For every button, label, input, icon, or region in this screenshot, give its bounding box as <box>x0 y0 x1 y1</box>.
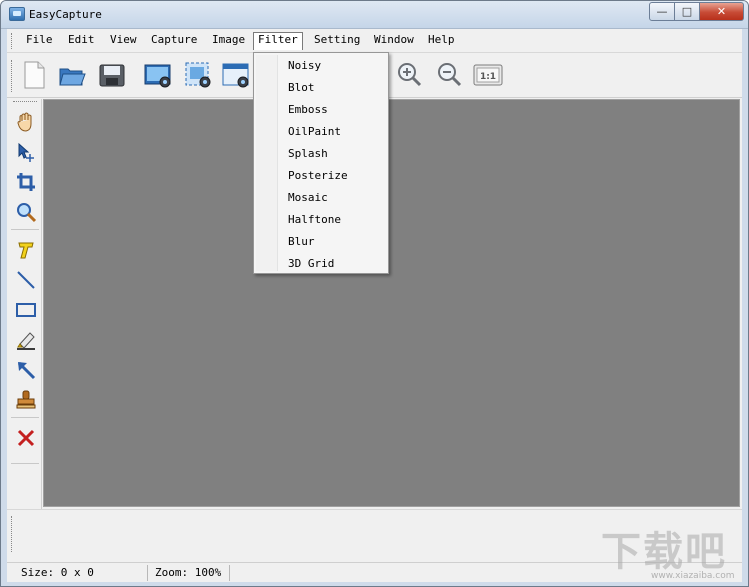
crop-tool[interactable] <box>15 171 37 193</box>
actual-size-label: 1:1 <box>480 72 496 82</box>
filter-item-emboss[interactable]: Emboss <box>280 99 386 121</box>
minimize-button[interactable]: — <box>649 2 675 21</box>
zoom-tool[interactable] <box>15 201 37 223</box>
menu-capture[interactable]: Capture <box>146 32 202 50</box>
palette-grip[interactable] <box>13 101 37 104</box>
rectangle-tool-icon <box>16 303 36 317</box>
status-size: Size: 0 x 0 <box>21 566 94 579</box>
open-button[interactable] <box>57 60 87 90</box>
maximize-button[interactable]: □ <box>675 2 700 21</box>
filter-item-halftone[interactable]: Halftone <box>280 209 386 231</box>
zoom-out-button[interactable] <box>435 60 465 90</box>
menu-bar: File Edit View Capture Image Filter Sett… <box>7 29 742 53</box>
delete-tool[interactable] <box>15 427 37 449</box>
filter-item-3d-grid[interactable]: 3D Grid <box>280 253 386 275</box>
title-bar[interactable]: EasyCapture — □ ✕ <box>1 1 748 29</box>
stamp-icon <box>16 390 36 409</box>
save-button[interactable] <box>97 60 127 90</box>
filter-item-oilpaint[interactable]: OilPaint <box>280 121 386 143</box>
bottom-panel-grip[interactable] <box>11 516 14 552</box>
capture-window-icon <box>222 63 249 88</box>
status-zoom: Zoom: 100% <box>155 566 222 579</box>
capture-screen-button[interactable] <box>143 60 173 90</box>
filter-item-splash[interactable]: Splash <box>280 143 386 165</box>
capture-screen-icon <box>144 64 171 88</box>
menu-help[interactable]: Help <box>423 32 460 50</box>
maximize-icon: □ <box>681 5 693 18</box>
open-folder-icon <box>59 68 86 86</box>
line-tool[interactable] <box>15 269 37 291</box>
move-select-tool[interactable] <box>15 141 37 163</box>
close-icon: ✕ <box>716 5 727 18</box>
text-tool-icon <box>18 242 34 259</box>
palette-separator <box>11 463 39 464</box>
status-divider <box>229 565 230 581</box>
arrow-tool[interactable] <box>15 359 37 381</box>
filter-item-mosaic[interactable]: Mosaic <box>280 187 386 209</box>
watermark: 下载吧 www.xiazaiba.com <box>601 519 743 583</box>
menu-filter[interactable]: Filter <box>253 32 303 50</box>
status-divider <box>147 565 148 581</box>
rectangle-tool[interactable] <box>15 299 37 321</box>
filter-item-posterize[interactable]: Posterize <box>280 165 386 187</box>
capture-window-button[interactable] <box>221 60 251 90</box>
menu-window[interactable]: Window <box>369 32 419 50</box>
filter-item-blur[interactable]: Blur <box>280 231 386 253</box>
text-tool[interactable] <box>15 239 37 261</box>
save-icon <box>99 64 125 87</box>
line-tool-icon <box>17 271 35 289</box>
window-title: EasyCapture <box>29 8 102 21</box>
menu-edit[interactable]: Edit <box>63 32 100 50</box>
new-file-button[interactable] <box>19 60 49 90</box>
image-canvas[interactable] <box>43 99 740 507</box>
palette-separator <box>11 417 39 418</box>
filter-item-blot[interactable]: Blot <box>280 77 386 99</box>
highlighter-tool[interactable] <box>15 329 37 351</box>
menu-setting[interactable]: Setting <box>309 32 365 50</box>
capture-region-icon <box>185 62 211 88</box>
tool-palette <box>7 99 42 539</box>
arrow-tool-icon <box>17 361 36 380</box>
hand-icon <box>17 112 32 132</box>
app-icon <box>9 7 25 21</box>
menu-file[interactable]: File <box>21 32 58 50</box>
menu-image[interactable]: Image <box>207 32 250 50</box>
zoom-in-icon <box>398 63 422 87</box>
menu-icon-column <box>256 55 278 271</box>
toolbar-grip[interactable] <box>11 60 14 92</box>
filter-item-noisy[interactable]: Noisy <box>280 55 386 77</box>
actual-size-icon: 1:1 <box>473 64 503 86</box>
crop-icon <box>17 173 35 191</box>
capture-region-button[interactable] <box>183 60 213 90</box>
delete-icon <box>17 429 35 447</box>
window-controls: — □ ✕ <box>649 2 744 21</box>
palette-separator <box>11 229 39 230</box>
menu-grip[interactable] <box>11 33 14 49</box>
filter-dropdown-menu: Noisy Blot Emboss OilPaint Splash Poster… <box>253 52 389 274</box>
menu-view[interactable]: View <box>105 32 142 50</box>
hand-tool[interactable] <box>15 111 37 133</box>
new-file-icon <box>24 61 45 89</box>
highlighter-icon <box>17 332 35 350</box>
watermark-logo-text: 下载吧 <box>601 529 727 575</box>
stamp-tool[interactable] <box>15 389 37 411</box>
close-button[interactable]: ✕ <box>700 2 744 21</box>
app-window: EasyCapture — □ ✕ File Edit View Capture… <box>0 0 749 587</box>
zoom-in-button[interactable] <box>395 60 425 90</box>
magnifier-icon <box>17 203 37 223</box>
minimize-icon: — <box>656 5 668 18</box>
zoom-out-icon <box>438 63 462 87</box>
actual-size-button[interactable]: 1:1 <box>473 60 503 90</box>
watermark-url: www.xiazaiba.com <box>651 571 735 581</box>
move-select-icon <box>18 142 34 162</box>
